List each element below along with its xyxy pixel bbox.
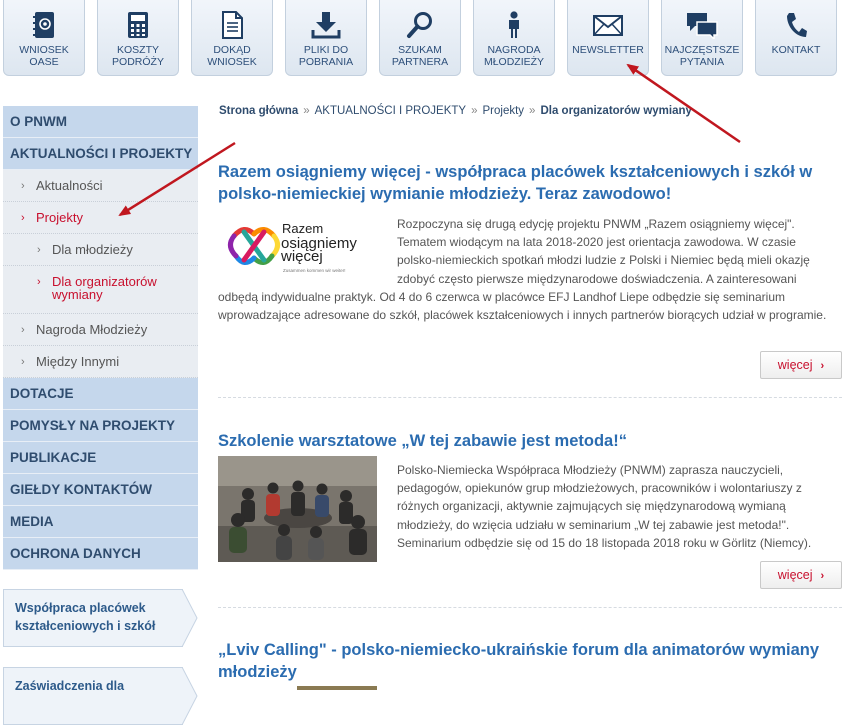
sidebar-item-projekty[interactable]: › Projekty <box>3 202 198 234</box>
chevron-right-icon: › <box>37 244 41 256</box>
sidebar-item-label: Projekty <box>36 210 83 225</box>
top-nav-label: SZUKAM PARTNERA <box>391 44 449 68</box>
top-nav-label: NAGRODA MŁODZIEŻY <box>483 44 545 68</box>
top-nav-label: NEWSLETTER <box>572 44 644 56</box>
top-nav-najczestsze-pytania[interactable]: NAJCZĘSTSZE PYTANIA <box>661 0 743 76</box>
promo-arrow-shape <box>182 589 198 647</box>
sidebar-item-nagroda-mlodziezy[interactable]: › Nagroda Młodzieży <box>3 314 198 346</box>
download-icon <box>311 12 341 39</box>
more-button-label: więcej <box>777 568 813 582</box>
speech-bubbles-icon <box>687 13 718 39</box>
top-navigation: WNIOSEK OASE KOSZTY PODRÓŻY DOKĄD WNIOSE… <box>0 0 844 80</box>
sidebar-item-label: Aktualności <box>36 178 103 193</box>
article-divider <box>218 607 842 608</box>
sidebar-item-aktualnosci[interactable]: › Aktualności <box>3 170 198 202</box>
top-nav-kontakt[interactable]: KONTAKT <box>755 0 837 76</box>
promo-wspolpraca-placowek[interactable]: Współpraca placówek kształceniowych i sz… <box>3 589 198 647</box>
article-text: Rozpoczyna się drugą edycję projektu PNW… <box>218 215 828 324</box>
breadcrumb-current: Dla organizatorów wymiany <box>540 105 692 117</box>
breadcrumb-separator: » <box>471 105 478 117</box>
sidebar-item-ochrona-danych[interactable]: OCHRONA DANYCH <box>3 538 198 570</box>
more-button[interactable]: więcej › <box>760 351 842 379</box>
top-nav-koszty-podrozy[interactable]: KOSZTY PODRÓŻY <box>97 0 179 76</box>
envelope-icon <box>593 15 623 36</box>
top-nav-nagroda-mlodziezy[interactable]: NAGRODA MŁODZIEŻY <box>473 0 555 76</box>
magnifier-icon <box>407 12 432 38</box>
sidebar-item-o-pnwm[interactable]: O PNWM <box>3 106 198 138</box>
sidebar-item-gieldy-kontaktow[interactable]: GIEŁDY KONTAKTÓW <box>3 474 198 506</box>
notebook-icon <box>33 12 54 38</box>
workshop-photo[interactable] <box>218 456 377 562</box>
breadcrumb-projekty-link[interactable]: Projekty <box>483 105 525 117</box>
top-nav-label: WNIOSEK OASE <box>19 44 69 68</box>
sidebar-navigation: O PNWM AKTUALNOŚCI I PROJEKTY › Aktualno… <box>3 106 198 570</box>
person-icon <box>509 11 519 38</box>
promo-zaswiadczenia[interactable]: Zaświadczenia dla <box>3 667 198 725</box>
chevron-right-icon: › <box>37 276 41 288</box>
chevron-right-icon: › <box>21 212 25 224</box>
sidebar-item-label: Między Innymi <box>36 354 120 369</box>
promo-label: Współpraca placówek kształceniowych i sz… <box>15 601 156 633</box>
sidebar-item-dla-organizatorow-wymiany[interactable]: › Dla organizatorów wymiany <box>3 266 198 314</box>
sidebar-item-dla-mlodziezy[interactable]: › Dla młodzieży <box>3 234 198 266</box>
chevron-right-icon: › <box>820 570 825 582</box>
breadcrumb-separator: » <box>529 105 536 117</box>
article-text: Polsko-Niemiecka Współpraca Młodzieży (P… <box>397 461 828 552</box>
workshop-group-photo-image <box>218 456 377 562</box>
top-nav-wniosek-oase[interactable]: WNIOSEK OASE <box>3 0 85 76</box>
sidebar-item-publikacje[interactable]: PUBLIKACJE <box>3 442 198 474</box>
sidebar-item-miedzy-innymi[interactable]: › Między Innymi <box>3 346 198 378</box>
sidebar-item-pomysly-na-projekty[interactable]: POMYSŁY NA PROJEKTY <box>3 410 198 442</box>
top-nav-label: NAJCZĘSTSZE PYTANIA <box>664 44 740 68</box>
calculator-icon <box>128 12 148 38</box>
top-nav-label: KOSZTY PODRÓŻY <box>112 44 164 68</box>
breadcrumb-aktualnosci-link[interactable]: AKTUALNOŚCI I PROJEKTY <box>315 105 466 117</box>
top-nav-dokad-wniosek[interactable]: DOKĄD WNIOSEK <box>191 0 273 76</box>
sidebar-item-aktualnosci-i-projekty[interactable]: AKTUALNOŚCI I PROJEKTY <box>3 138 198 170</box>
top-nav-label: PLIKI DO POBRANIA <box>298 44 354 68</box>
sidebar-item-label: Nagroda Młodzieży <box>36 322 148 337</box>
article-text-body: Polsko-Niemiecka Współpraca Młodzieży (P… <box>397 463 812 550</box>
more-button-label: więcej <box>777 358 813 372</box>
more-button[interactable]: więcej › <box>760 561 842 589</box>
article-title-link[interactable]: „Lviv Calling" - polsko-niemiecko-ukraiń… <box>218 639 828 683</box>
document-icon <box>222 11 243 39</box>
promo-arrow-shape <box>182 667 198 725</box>
chevron-right-icon: › <box>21 180 25 192</box>
breadcrumb-home-link[interactable]: Strona główna <box>219 105 298 117</box>
breadcrumb-separator: » <box>303 105 310 117</box>
article-title-link[interactable]: Razem osiągniemy więcej - współpraca pla… <box>218 161 828 205</box>
article-title-link[interactable]: Szkolenie warsztatowe „W tej zabawie jes… <box>218 430 828 452</box>
top-nav-szukam-partnera[interactable]: SZUKAM PARTNERA <box>379 0 461 76</box>
chevron-right-icon: › <box>21 356 25 368</box>
sidebar-item-dotacje[interactable]: DOTACJE <box>3 378 198 410</box>
chevron-right-icon: › <box>820 360 825 372</box>
top-nav-newsletter[interactable]: NEWSLETTER <box>567 0 649 76</box>
sidebar-item-label: Dla organizatorów wymiany <box>52 274 157 302</box>
article-thumbnail-partial <box>297 686 377 690</box>
sidebar-item-label: Dla młodzieży <box>52 242 133 257</box>
phone-icon <box>787 13 807 37</box>
chevron-right-icon: › <box>21 324 25 336</box>
promo-label: Zaświadczenia dla <box>15 679 125 693</box>
top-nav-label: DOKĄD WNIOSEK <box>207 44 257 68</box>
breadcrumb: Strona główna » AKTUALNOŚCI I PROJEKTY » Pro… <box>219 105 692 117</box>
top-nav-pliki-do-pobrania[interactable]: PLIKI DO POBRANIA <box>285 0 367 76</box>
sidebar-item-media[interactable]: MEDIA <box>3 506 198 538</box>
article-divider <box>218 397 842 398</box>
top-nav-label: KONTAKT <box>771 44 821 56</box>
